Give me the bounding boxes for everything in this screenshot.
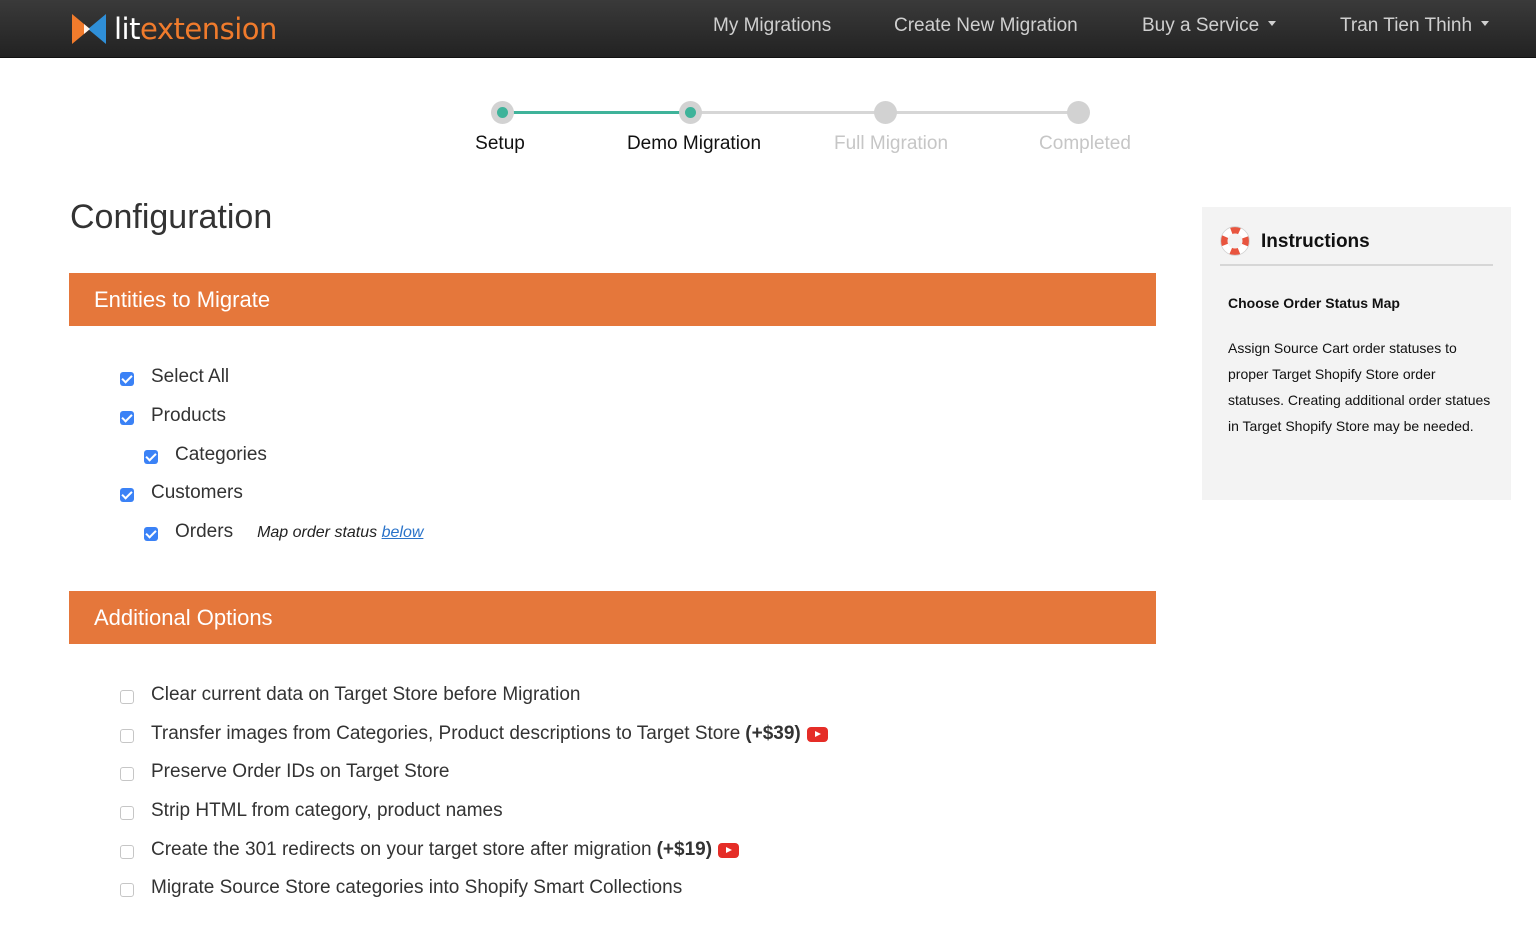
- top-navbar: litextension My Migrations Create New Mi…: [0, 0, 1536, 58]
- option-transfer-images[interactable]: Transfer images from Categories, Product…: [120, 723, 828, 745]
- instructions-panel: Instructions Choose Order Status Map Ass…: [1202, 207, 1511, 500]
- entity-label: Orders: [175, 521, 234, 542]
- nav-user-name: Tran Tien Thinh: [1340, 15, 1473, 36]
- stepper-progress-line: [503, 111, 691, 114]
- entity-label: Products: [151, 405, 226, 426]
- chevron-down-icon: [1268, 21, 1277, 27]
- instructions-subtitle: Choose Order Status Map: [1228, 295, 1400, 311]
- step-label-setup: Setup: [475, 133, 525, 154]
- nav-buy-a-service-label: Buy a Service: [1142, 15, 1260, 36]
- logo-text-lit: lit: [114, 11, 141, 46]
- preserve-order-ids-checkbox[interactable]: [120, 767, 134, 781]
- option-label: Strip HTML from category, product names: [151, 800, 503, 821]
- youtube-icon[interactable]: [718, 842, 740, 858]
- instructions-header: Instructions: [1220, 225, 1493, 266]
- option-label: Clear current data on Target Store befor…: [151, 684, 581, 705]
- nav-create-new-migration[interactable]: Create New Migration: [894, 15, 1078, 37]
- step-dot-demo-migration: [679, 101, 702, 124]
- entity-customers[interactable]: Customers: [120, 482, 243, 504]
- logo-text-extension: extension: [140, 11, 277, 46]
- categories-checkbox[interactable]: [144, 450, 158, 464]
- products-checkbox[interactable]: [120, 411, 134, 425]
- instructions-title: Instructions: [1261, 231, 1370, 252]
- transfer-images-checkbox[interactable]: [120, 729, 134, 743]
- lifebuoy-icon: [1220, 226, 1250, 256]
- option-preserve-order-ids[interactable]: Preserve Order IDs on Target Store: [120, 761, 450, 783]
- step-label-completed: Completed: [1039, 133, 1131, 154]
- additional-options-section-header: Additional Options: [69, 591, 1156, 644]
- nav-my-migrations[interactable]: My Migrations: [713, 15, 831, 37]
- option-301-redirects[interactable]: Create the 301 redirects on your target …: [120, 839, 740, 861]
- step-dot-full-migration: [874, 101, 897, 124]
- entity-categories[interactable]: Categories: [144, 444, 267, 466]
- step-dot-setup: [491, 101, 514, 124]
- litextension-logo[interactable]: litextension: [70, 9, 277, 49]
- option-clear-current-data[interactable]: Clear current data on Target Store befor…: [120, 684, 581, 706]
- orders-checkbox[interactable]: [144, 527, 158, 541]
- chevron-down-icon: [1481, 21, 1490, 27]
- redirects-checkbox[interactable]: [120, 845, 134, 859]
- entity-label: Customers: [151, 482, 243, 503]
- entity-products[interactable]: Products: [120, 405, 226, 427]
- step-label-demo-migration: Demo Migration: [626, 133, 762, 154]
- entities-section-header: Entities to Migrate: [69, 273, 1156, 326]
- strip-html-checkbox[interactable]: [120, 806, 134, 820]
- customers-checkbox[interactable]: [120, 488, 134, 502]
- entity-select-all[interactable]: Select All: [120, 366, 229, 388]
- entity-label: Categories: [175, 444, 267, 465]
- entity-label: Select All: [151, 366, 230, 387]
- orders-map-note: Map order status below: [257, 524, 424, 541]
- entity-orders[interactable]: Orders Map order status below: [144, 521, 423, 543]
- clear-data-checkbox[interactable]: [120, 690, 134, 704]
- option-label: Preserve Order IDs on Target Store: [151, 761, 450, 782]
- step-dot-completed: [1067, 101, 1090, 124]
- step-label-full-migration: Full Migration: [833, 133, 949, 154]
- option-price: (+$39): [745, 723, 801, 744]
- option-label: Migrate Source Store categories into Sho…: [151, 877, 683, 898]
- youtube-icon[interactable]: [806, 726, 828, 742]
- instructions-body: Assign Source Cart order statuses to pro…: [1228, 340, 1491, 434]
- option-price: (+$19): [656, 839, 713, 860]
- page-title: Configuration: [70, 198, 273, 236]
- map-order-status-link[interactable]: below: [382, 524, 424, 541]
- nav-user-menu[interactable]: Tran Tien Thinh: [1340, 15, 1490, 37]
- option-label: Transfer images from Categories, Product…: [151, 723, 741, 744]
- select-all-checkbox[interactable]: [120, 372, 134, 386]
- logo-mark-icon: [72, 14, 106, 44]
- nav-buy-a-service[interactable]: Buy a Service: [1142, 15, 1277, 37]
- option-label: Create the 301 redirects on your target …: [151, 839, 652, 860]
- smart-collections-checkbox[interactable]: [120, 883, 134, 897]
- option-smart-collections[interactable]: Migrate Source Store categories into Sho…: [120, 877, 682, 899]
- option-strip-html[interactable]: Strip HTML from category, product names: [120, 800, 503, 822]
